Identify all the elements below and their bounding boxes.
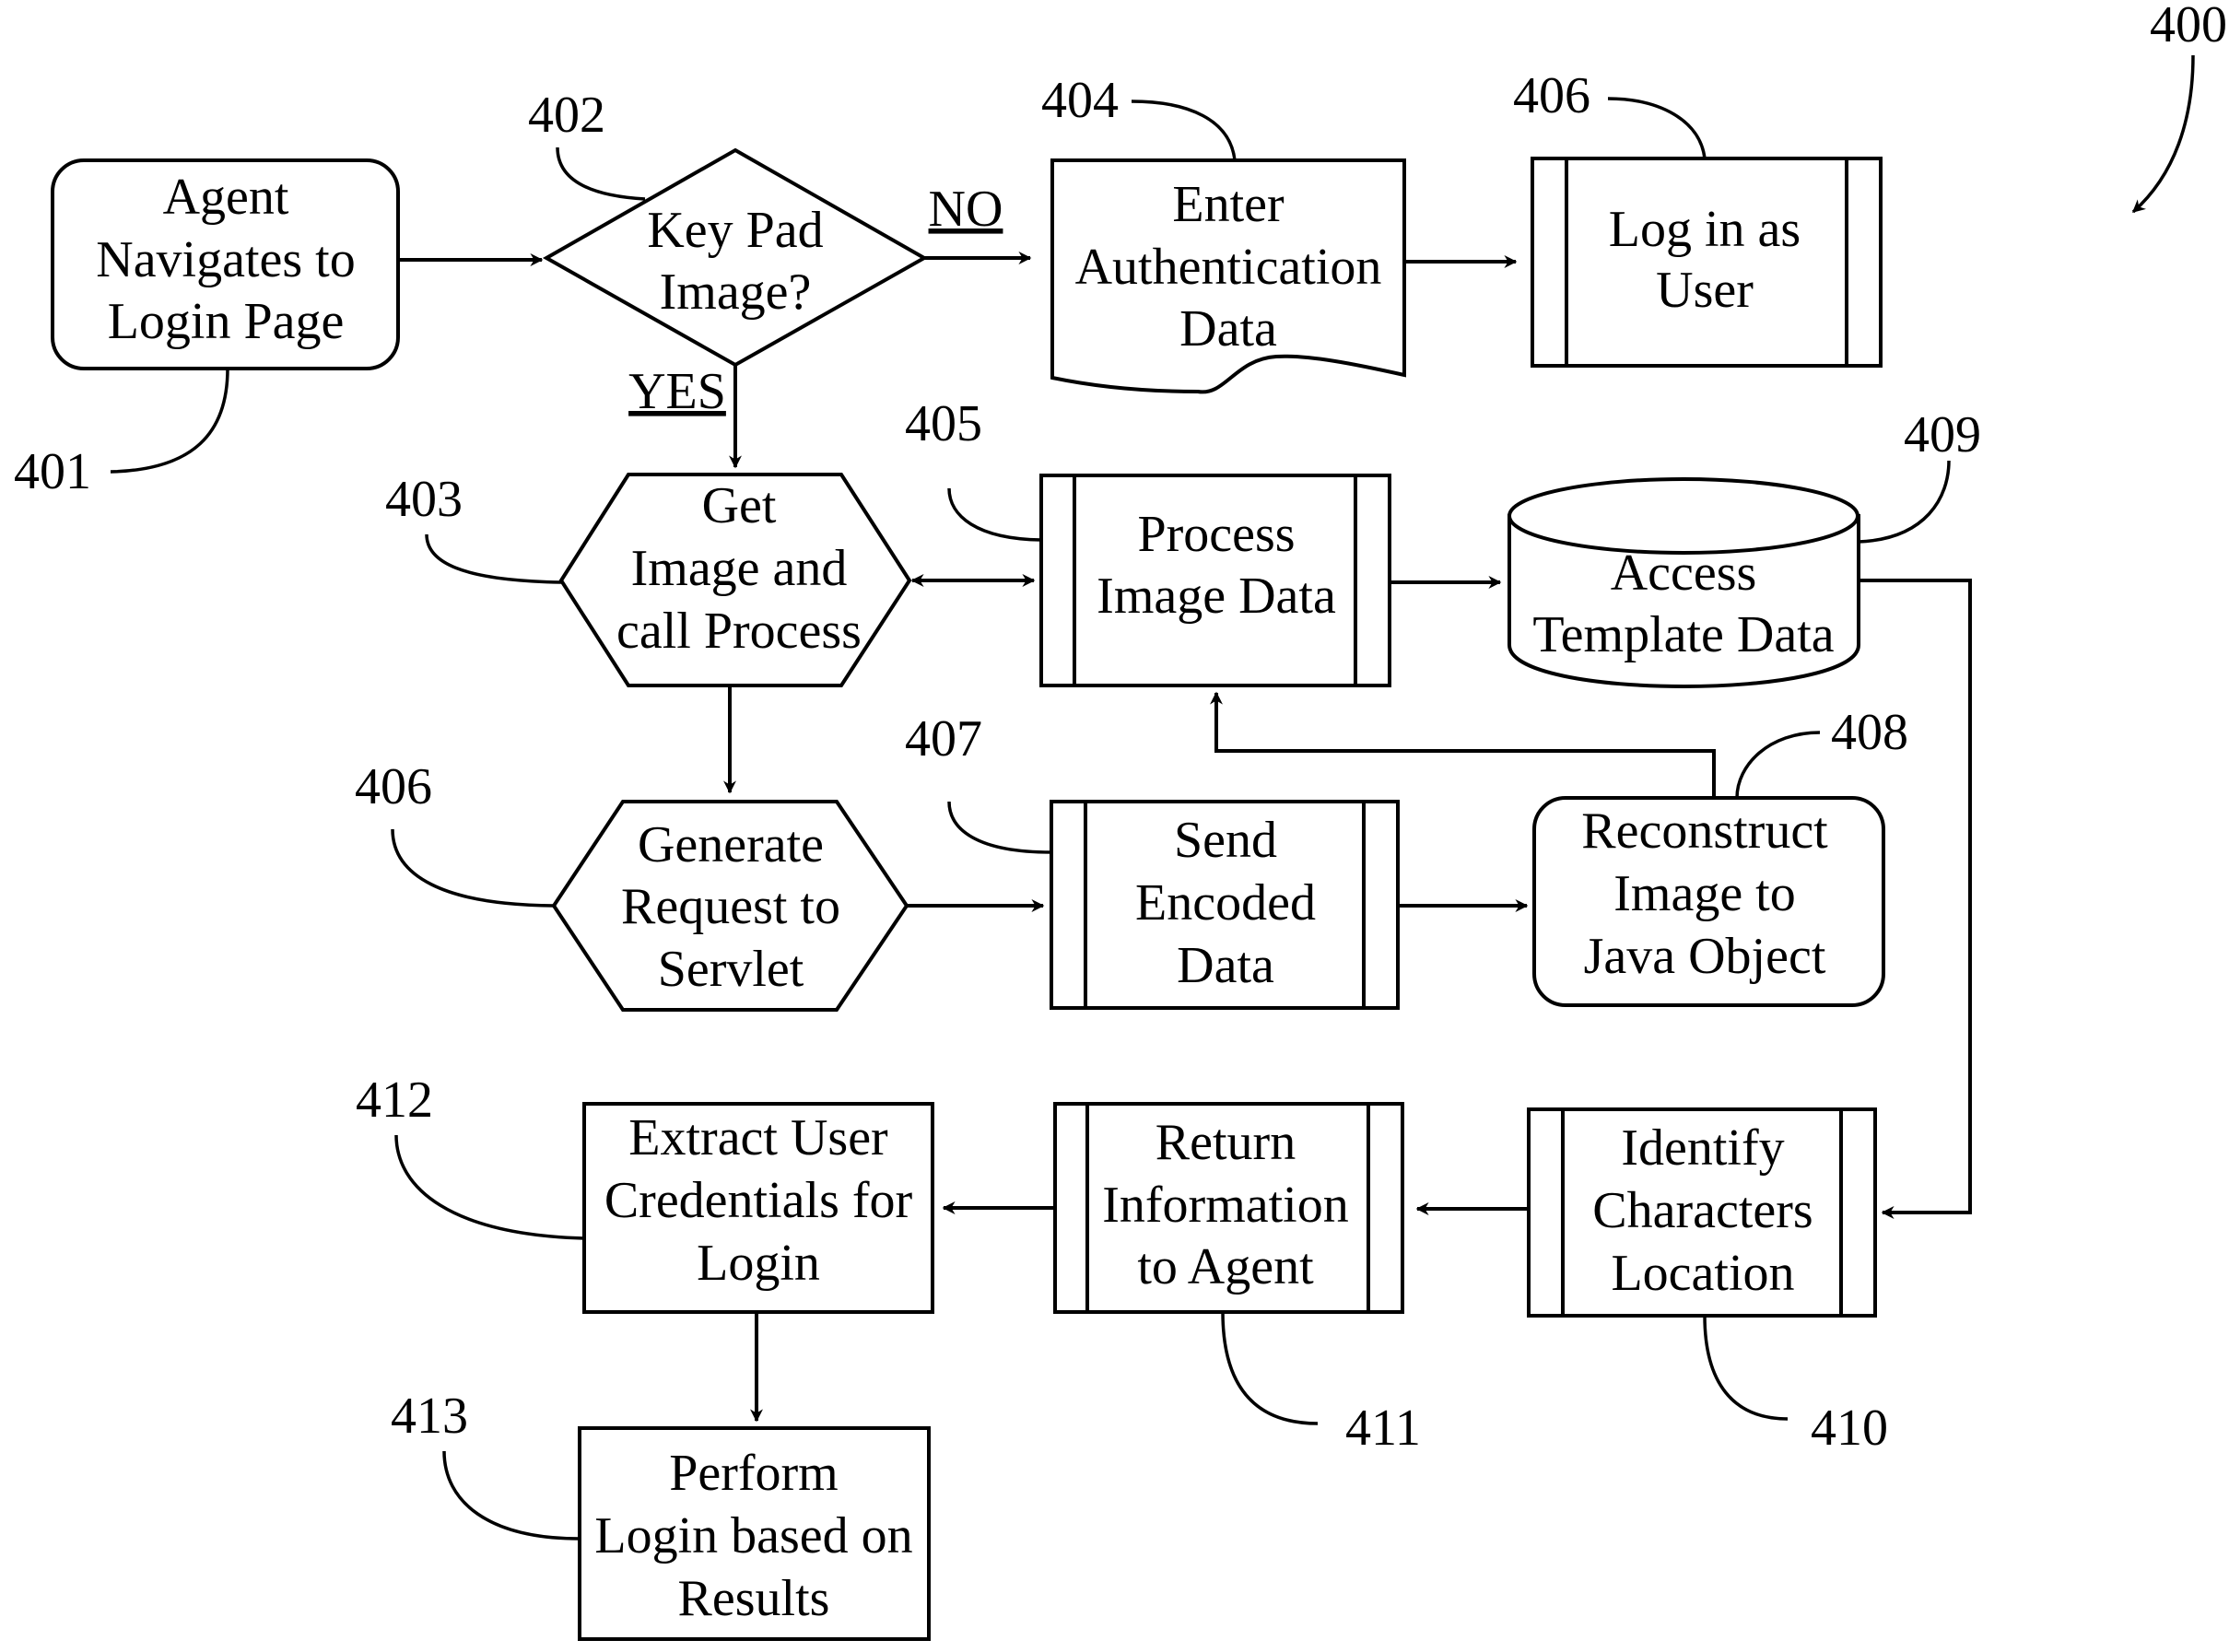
- node-402-line-2: Image?: [660, 264, 812, 321]
- node-410-line-2: Characters: [1592, 1182, 1813, 1239]
- node-406b-line-1: Generate: [638, 816, 824, 873]
- node-405-process-image-data: Process Image Data: [1039, 474, 1391, 687]
- node-408-line-3: Java Object: [1584, 928, 1826, 985]
- edge-label-no: NO: [929, 181, 1003, 238]
- leader-406a: [1607, 97, 1707, 159]
- node-406a-line-2: User: [1656, 262, 1754, 319]
- node-407-send-encoded-data: Send Encoded Data: [1050, 800, 1400, 1010]
- node-404-enter-authentication-data: Enter Authentication Data: [1050, 158, 1406, 394]
- node-407-line-3: Data: [1177, 937, 1274, 994]
- node-404-line-1: Enter: [1172, 176, 1285, 233]
- ref-410: 410: [1811, 1400, 1888, 1457]
- node-411-line-1: Return: [1156, 1114, 1296, 1171]
- node-407-line-1: Send: [1174, 812, 1277, 869]
- node-407-line-2: Encoded: [1135, 874, 1316, 931]
- node-409-access-template-data: Access Template Data: [1508, 477, 1860, 688]
- node-413-line-2: Login based on: [594, 1507, 912, 1564]
- ref-411: 411: [1345, 1400, 1421, 1457]
- ref-401: 401: [14, 443, 91, 500]
- node-412-line-3: Login: [697, 1235, 820, 1292]
- leader-403: [425, 533, 562, 584]
- leader-413: [442, 1450, 581, 1541]
- node-406b-line-2: Request to: [621, 878, 840, 935]
- ref-407: 407: [905, 710, 982, 767]
- node-409-line-1: Access: [1611, 545, 1757, 602]
- ref-403: 403: [385, 471, 463, 528]
- node-411-return-information-to-agent: Return Information to Agent: [1053, 1102, 1404, 1314]
- edge-label-yes: YES: [628, 363, 726, 420]
- ref-406b: 406: [355, 758, 432, 815]
- leader-409: [1858, 460, 1951, 544]
- node-403-line-1: Get: [702, 477, 777, 534]
- node-401-line-2: Navigates to: [96, 231, 355, 288]
- node-406a-line-1: Log in as: [1609, 201, 1801, 258]
- node-404-line-2: Authentication: [1075, 239, 1382, 296]
- leader-407: [947, 801, 1052, 854]
- ref-412: 412: [356, 1072, 433, 1129]
- node-403-line-2: Image and: [631, 540, 848, 597]
- node-406-generate-request-to-servlet: Generate Request to Servlet: [551, 800, 909, 1012]
- leader-411: [1221, 1311, 1319, 1425]
- node-410-identify-characters-location: Identify Characters Location: [1527, 1107, 1877, 1318]
- node-408-line-2: Image to: [1613, 865, 1795, 922]
- edge-408-405: [1210, 691, 1716, 797]
- node-402-line-1: Key Pad: [647, 202, 823, 259]
- node-408-line-1: Reconstruct: [1581, 803, 1828, 860]
- node-403-line-3: call Process: [616, 603, 862, 660]
- ref-405: 405: [905, 395, 982, 452]
- leader-402: [556, 146, 646, 201]
- figure-ref-arrow: [2131, 54, 2195, 214]
- node-401-agent-navigates: Agent Navigates to Login Page: [51, 158, 400, 370]
- leader-410: [1703, 1315, 1789, 1421]
- leader-412: [394, 1134, 585, 1240]
- node-402-key-pad-image-decision: Key Pad Image?: [542, 147, 929, 368]
- node-413-perform-login: Perform Login based on Results: [578, 1426, 931, 1641]
- node-413-line-3: Results: [678, 1570, 830, 1627]
- leader-405: [947, 487, 1042, 542]
- node-406b-line-3: Servlet: [658, 941, 804, 998]
- node-401-line-1: Agent: [163, 169, 289, 226]
- node-403-get-image-call-process: Get Image and call Process: [558, 473, 912, 687]
- figure-ref-label: 400: [2150, 0, 2227, 53]
- node-412-line-2: Credentials for: [604, 1172, 913, 1229]
- node-406-log-in-as-user: Log in as User: [1531, 157, 1883, 368]
- node-405-line-1: Process: [1137, 506, 1295, 563]
- ref-409: 409: [1904, 406, 1981, 463]
- ref-413: 413: [391, 1388, 468, 1445]
- node-404-line-3: Data: [1179, 300, 1277, 357]
- node-405-line-2: Image Data: [1097, 568, 1336, 625]
- node-411-line-3: to Agent: [1137, 1238, 1314, 1295]
- node-408-reconstruct-image-java-object: Reconstruct Image to Java Object: [1532, 796, 1885, 1007]
- node-411-line-2: Information: [1102, 1177, 1348, 1234]
- leader-404: [1131, 100, 1237, 161]
- ref-408: 408: [1831, 704, 1908, 761]
- leader-401: [110, 368, 229, 474]
- flowchart: 400 NO YES Agent Navigates to Login Page…: [14, 0, 2227, 1641]
- node-412-line-1: Extract User: [628, 1109, 888, 1166]
- node-413-line-1: Perform: [669, 1445, 839, 1502]
- leader-408: [1735, 731, 1821, 799]
- ref-404: 404: [1041, 72, 1119, 129]
- ref-406a: 406: [1513, 67, 1590, 124]
- leader-406b: [391, 828, 555, 908]
- node-409-line-2: Template Data: [1532, 606, 1834, 663]
- ref-402: 402: [528, 87, 605, 144]
- node-410-line-1: Identify: [1621, 1119, 1784, 1177]
- node-412-extract-user-credentials: Extract User Credentials for Login: [582, 1102, 934, 1314]
- node-401-line-3: Login Page: [108, 293, 345, 350]
- node-410-line-3: Location: [1611, 1245, 1794, 1302]
